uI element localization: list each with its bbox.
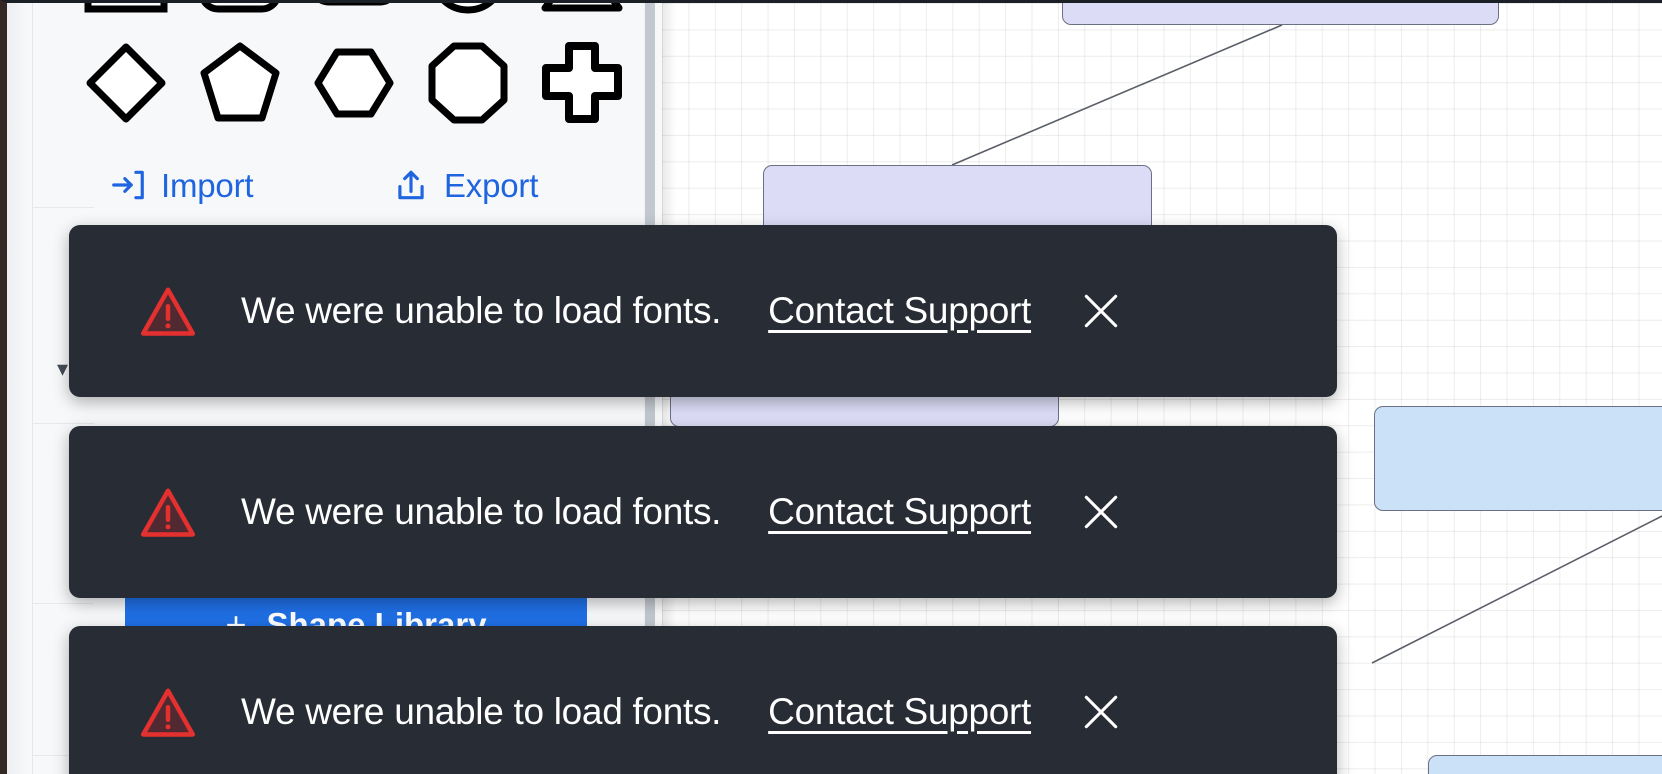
shape-triangle[interactable] xyxy=(525,3,639,33)
diagram-node[interactable] xyxy=(1428,755,1662,774)
shape-circle[interactable] xyxy=(411,3,525,33)
toast-message: We were unable to load fonts. xyxy=(241,290,722,331)
shape-cloud[interactable] xyxy=(297,3,411,33)
shape-rounded-rectangle[interactable] xyxy=(183,3,297,33)
contact-support-link[interactable]: Contact Support xyxy=(768,290,1031,332)
toast-notification[interactable]: We were unable to load fonts. Contact Su… xyxy=(69,225,1337,397)
panel-left-gutter xyxy=(7,3,32,774)
edge-connector xyxy=(1371,515,1662,664)
warning-triangle-icon xyxy=(140,688,196,737)
edge-connector xyxy=(951,24,1283,166)
export-label: Export xyxy=(444,166,539,204)
shape-cross[interactable] xyxy=(525,33,639,133)
diagram-node[interactable] xyxy=(1062,3,1499,25)
close-icon[interactable] xyxy=(1079,490,1123,534)
close-icon[interactable] xyxy=(1079,690,1123,734)
close-icon[interactable] xyxy=(1079,289,1123,333)
toast-notification[interactable]: We were unable to load fonts. Contact Su… xyxy=(69,426,1337,598)
import-export-row: Import Export xyxy=(69,166,639,204)
shape-octagon[interactable] xyxy=(411,33,525,133)
import-label: Import xyxy=(161,166,254,204)
shape-grid xyxy=(69,3,639,133)
shape-hexagon[interactable] xyxy=(297,33,411,133)
shape-row-2 xyxy=(69,33,639,133)
shape-diamond[interactable] xyxy=(69,33,183,133)
shape-row-1 xyxy=(69,3,639,33)
panel-divider xyxy=(32,3,33,774)
toast-notification[interactable]: We were unable to load fonts. Contact Su… xyxy=(69,626,1337,774)
toast-message: We were unable to load fonts. xyxy=(241,491,722,532)
import-button[interactable]: Import xyxy=(69,166,354,204)
contact-support-link[interactable]: Contact Support xyxy=(768,691,1031,733)
export-button[interactable]: Export xyxy=(354,166,639,204)
panel-tick xyxy=(32,603,94,604)
warning-triangle-icon xyxy=(140,488,196,537)
diagram-editor-window: Import Export ▾ My saved shapes ✕ + Shap… xyxy=(0,0,1662,774)
contact-support-link[interactable]: Contact Support xyxy=(768,491,1031,533)
panel-tick xyxy=(32,207,94,208)
warning-triangle-icon xyxy=(140,287,196,336)
export-icon xyxy=(398,170,424,200)
import-icon xyxy=(112,170,144,200)
toast-message: We were unable to load fonts. xyxy=(241,691,722,732)
shape-rectangle[interactable] xyxy=(69,3,183,33)
chevron-down-icon: ▾ xyxy=(57,356,69,381)
diagram-node[interactable] xyxy=(1374,406,1662,511)
shape-pentagon[interactable] xyxy=(183,33,297,133)
panel-tick xyxy=(32,423,94,424)
